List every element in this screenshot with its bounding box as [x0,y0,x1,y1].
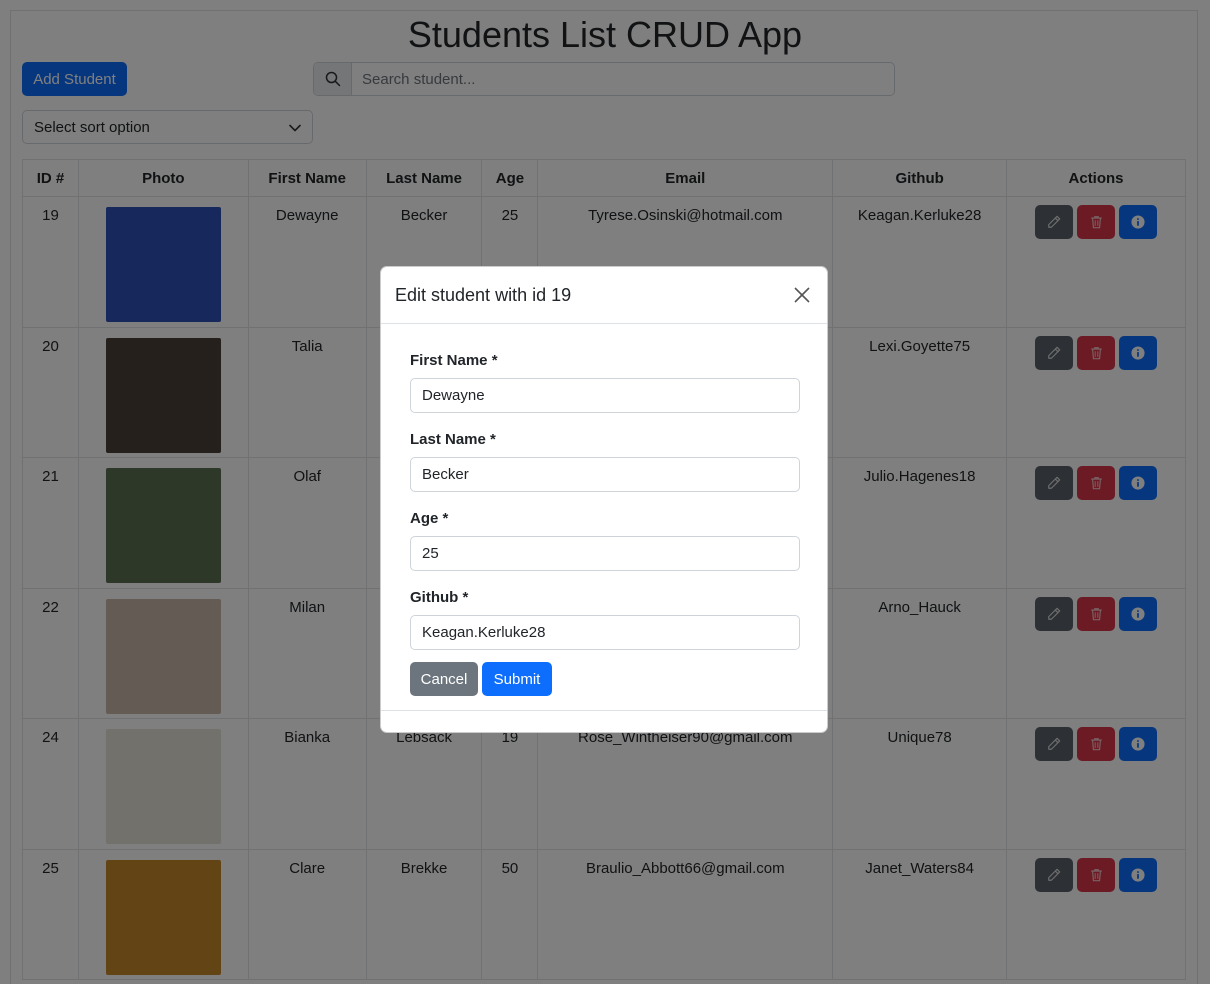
modal-header: Edit student with id 19 [381,267,827,324]
last-name-field[interactable] [410,457,800,492]
github-label: Github * [410,589,469,606]
submit-button[interactable]: Submit [482,662,552,696]
modal-body: First Name * Last Name * Age * Github * … [381,324,827,696]
first-name-field[interactable] [410,378,800,413]
modal-actions: Cancel Submit [410,662,798,696]
cancel-button[interactable]: Cancel [410,662,478,696]
first-name-label: First Name * [410,352,498,369]
modal-title: Edit student with id 19 [395,284,572,305]
modal-footer [381,710,827,732]
age-field[interactable] [410,536,800,571]
age-label: Age * [410,510,449,527]
github-field[interactable] [410,615,800,650]
last-name-label: Last Name * [410,431,496,448]
edit-student-modal: Edit student with id 19 First Name * Las… [380,266,828,733]
close-icon[interactable] [791,284,813,306]
